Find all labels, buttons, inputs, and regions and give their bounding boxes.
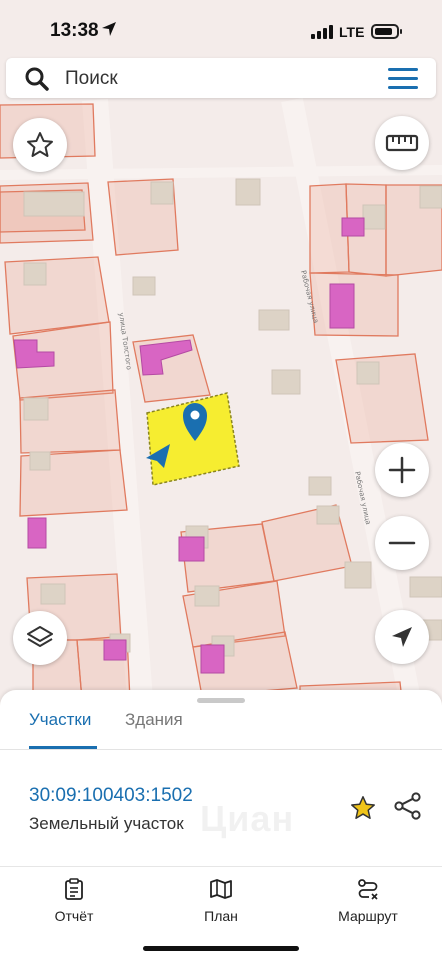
map-view[interactable]: улица Толстого Рабочая улица Рабочая ули… xyxy=(0,0,442,700)
measure-button[interactable] xyxy=(375,116,429,170)
building xyxy=(271,369,301,395)
building xyxy=(235,178,261,206)
search-icon[interactable] xyxy=(24,66,50,92)
home-indicator[interactable] xyxy=(143,946,299,951)
building xyxy=(29,451,51,471)
building xyxy=(258,309,290,331)
building xyxy=(344,561,372,589)
nav-route[interactable]: Маршрут xyxy=(313,878,423,924)
layers-button[interactable] xyxy=(13,611,67,665)
clipboard-icon xyxy=(65,878,83,900)
building xyxy=(23,262,47,286)
search-input[interactable]: Поиск xyxy=(65,68,118,90)
street xyxy=(0,165,442,180)
tab-parcels[interactable]: Участки xyxy=(29,710,91,748)
building xyxy=(23,397,49,421)
nav-report[interactable]: Отчёт xyxy=(19,878,129,924)
zoom-out-button[interactable] xyxy=(375,516,429,570)
building xyxy=(409,576,442,598)
land-parcel xyxy=(335,353,429,444)
battery-tip xyxy=(400,29,402,34)
map-canvas[interactable]: улица Толстого Рабочая улица Рабочая ули… xyxy=(0,0,442,700)
land-parcel xyxy=(4,256,110,335)
building xyxy=(150,181,174,205)
registered-building xyxy=(341,217,365,237)
watermark: Циан xyxy=(200,798,295,839)
zoom-out-icon xyxy=(388,541,416,545)
nav-plan[interactable]: План xyxy=(166,878,276,924)
zoom-in-button[interactable] xyxy=(375,443,429,497)
network-type: LTE xyxy=(339,24,365,40)
battery-icon xyxy=(371,24,399,39)
status-time: 13:38 xyxy=(50,20,99,41)
route-icon xyxy=(358,879,378,900)
location-services-icon xyxy=(102,22,116,36)
location-arrow-icon xyxy=(392,627,412,647)
drag-handle[interactable] xyxy=(197,698,245,703)
ruler-icon xyxy=(385,134,419,152)
nav-route-label: Маршрут xyxy=(338,908,398,924)
zoom-in-icon xyxy=(388,456,416,484)
layers-icon xyxy=(27,626,53,647)
building xyxy=(356,361,380,385)
registered-building xyxy=(178,536,205,562)
nav-plan-label: План xyxy=(204,908,238,924)
tab-buildings[interactable]: Здания xyxy=(125,710,183,748)
building xyxy=(40,583,66,605)
favorite-star-icon[interactable] xyxy=(349,794,377,822)
building xyxy=(194,585,220,607)
search-bar[interactable]: Поиск xyxy=(6,58,436,98)
tab-divider xyxy=(0,749,442,750)
star-icon xyxy=(27,132,53,157)
panel-divider xyxy=(0,866,442,867)
nav-report-label: Отчёт xyxy=(54,908,94,924)
cadastral-number-link[interactable]: 30:09:100403:1502 xyxy=(29,785,193,807)
share-icon[interactable] xyxy=(393,791,423,821)
parcel-type-label: Земельный участок xyxy=(29,814,184,833)
info-panel: Участки Здания Циан 30:09:100403:1502 Зе… xyxy=(0,690,442,960)
registered-building xyxy=(200,644,225,674)
my-location-button[interactable] xyxy=(375,610,429,664)
building xyxy=(362,204,386,230)
building xyxy=(132,276,156,296)
registered-building xyxy=(329,283,355,329)
building xyxy=(419,185,442,209)
registered-building xyxy=(27,517,47,549)
building xyxy=(23,191,85,217)
status-bar: 13:38 LTE xyxy=(0,0,442,58)
building xyxy=(316,505,340,525)
favorites-button[interactable] xyxy=(13,118,67,172)
map-icon xyxy=(210,879,232,899)
menu-icon[interactable] xyxy=(388,68,418,90)
registered-building xyxy=(103,639,127,661)
signal-icon xyxy=(311,25,333,39)
building xyxy=(308,476,332,496)
